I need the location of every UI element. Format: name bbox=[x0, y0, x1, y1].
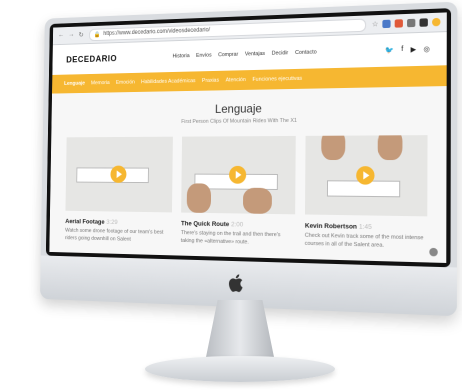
category-atencion[interactable]: Atención bbox=[226, 77, 246, 83]
monitor-stand-neck bbox=[205, 300, 275, 362]
url-text: https://www.decedario.com/videosdecedari… bbox=[103, 27, 211, 37]
menu-item-comprar[interactable]: Comprar bbox=[218, 52, 238, 58]
video-card[interactable]: Aerial Footage 3:29 Watch some drone foot… bbox=[64, 136, 173, 246]
twitter-icon[interactable]: 🐦 bbox=[385, 46, 394, 54]
main-content: Lenguaje First Person Clips Of Mountain … bbox=[49, 86, 446, 261]
video-title[interactable]: Kevin Robertson 1:45 bbox=[305, 223, 427, 232]
site-logo[interactable]: DECEDARIO bbox=[66, 53, 117, 64]
video-title[interactable]: Aerial Footage 3:29 bbox=[65, 218, 172, 227]
video-thumbnail[interactable] bbox=[181, 135, 296, 215]
category-lenguaje[interactable]: Lenguaje bbox=[64, 81, 85, 87]
video-duration: 3:29 bbox=[106, 219, 118, 226]
video-card[interactable]: Kevin Robertson 1:45 Check out Kevin trac… bbox=[305, 135, 428, 252]
apple-logo-icon bbox=[228, 274, 243, 293]
extension-icon-1[interactable] bbox=[382, 19, 391, 29]
scroll-top-button[interactable] bbox=[429, 247, 438, 257]
extension-icon-2[interactable] bbox=[394, 19, 403, 28]
video-description: Check out Kevin track some of the most i… bbox=[304, 232, 424, 249]
category-habilidades[interactable]: Habilidades Académicas bbox=[141, 78, 196, 85]
imac-monitor: ← → ↻ 🔒 https://www.decedario.com/videos… bbox=[40, 1, 458, 317]
video-duration: 2:00 bbox=[231, 221, 244, 229]
play-icon[interactable] bbox=[356, 166, 375, 185]
menu-item-decidir[interactable]: Decidir bbox=[272, 50, 289, 56]
menu-item-envios[interactable]: Envíos bbox=[196, 53, 212, 59]
video-grid: Aerial Footage 3:29 Watch some drone foot… bbox=[65, 135, 428, 252]
video-card[interactable]: The Quick Route 2:00 There's staying on t… bbox=[180, 135, 296, 249]
hand-shape bbox=[321, 135, 346, 161]
video-title[interactable]: The Quick Route 2:00 bbox=[181, 220, 295, 229]
monitor-stand-base bbox=[145, 356, 335, 382]
page-title: Lenguaje bbox=[214, 101, 262, 116]
page-subtitle: First Person Clips Of Mountain Rides Wit… bbox=[181, 117, 297, 125]
browser-nav: ← → ↻ bbox=[58, 31, 84, 39]
social-links: 🐦 f ▶ ◎ bbox=[385, 45, 430, 55]
video-thumbnail[interactable] bbox=[65, 136, 173, 213]
menu-item-ventajas[interactable]: Ventajas bbox=[245, 51, 265, 57]
video-description: Watch some drone footage of our team's b… bbox=[64, 227, 164, 243]
main-menu: Historia Envíos Comprar Ventajas Decidir… bbox=[173, 49, 317, 59]
category-memoria[interactable]: Memoria bbox=[91, 80, 110, 86]
category-funciones[interactable]: Funciones ejecutivas bbox=[252, 76, 302, 83]
video-thumbnail[interactable] bbox=[304, 135, 428, 217]
play-icon[interactable] bbox=[229, 165, 247, 184]
profile-icon[interactable] bbox=[432, 17, 441, 27]
menu-item-contacto[interactable]: Contacto bbox=[295, 49, 317, 56]
video-description: There's staying on the trail and then th… bbox=[180, 230, 281, 246]
menu-item-historia[interactable]: Historia bbox=[173, 53, 190, 59]
forward-icon[interactable]: → bbox=[68, 31, 74, 39]
back-icon[interactable]: ← bbox=[58, 32, 64, 40]
video-duration: 1:45 bbox=[358, 223, 372, 231]
extension-icon-3[interactable] bbox=[407, 18, 416, 28]
category-emocion[interactable]: Emoción bbox=[116, 80, 135, 86]
youtube-icon[interactable]: ▶ bbox=[411, 45, 417, 53]
hand-shape bbox=[377, 135, 403, 161]
screen-bezel: ← → ↻ 🔒 https://www.decedario.com/videos… bbox=[45, 8, 452, 268]
extension-icon-4[interactable] bbox=[419, 18, 428, 27]
hand-shape bbox=[242, 187, 272, 214]
reload-icon[interactable]: ↻ bbox=[79, 31, 84, 39]
instagram-icon[interactable]: ◎ bbox=[423, 45, 429, 53]
lock-icon: 🔒 bbox=[94, 31, 101, 38]
extensions-area: ☆ bbox=[372, 17, 441, 29]
browser-screen: ← → ↻ 🔒 https://www.decedario.com/videos… bbox=[49, 12, 447, 263]
facebook-icon[interactable]: f bbox=[401, 46, 403, 54]
category-praxias[interactable]: Praxias bbox=[202, 78, 219, 84]
bookmark-star-icon[interactable]: ☆ bbox=[372, 20, 378, 28]
hand-shape bbox=[186, 183, 212, 214]
